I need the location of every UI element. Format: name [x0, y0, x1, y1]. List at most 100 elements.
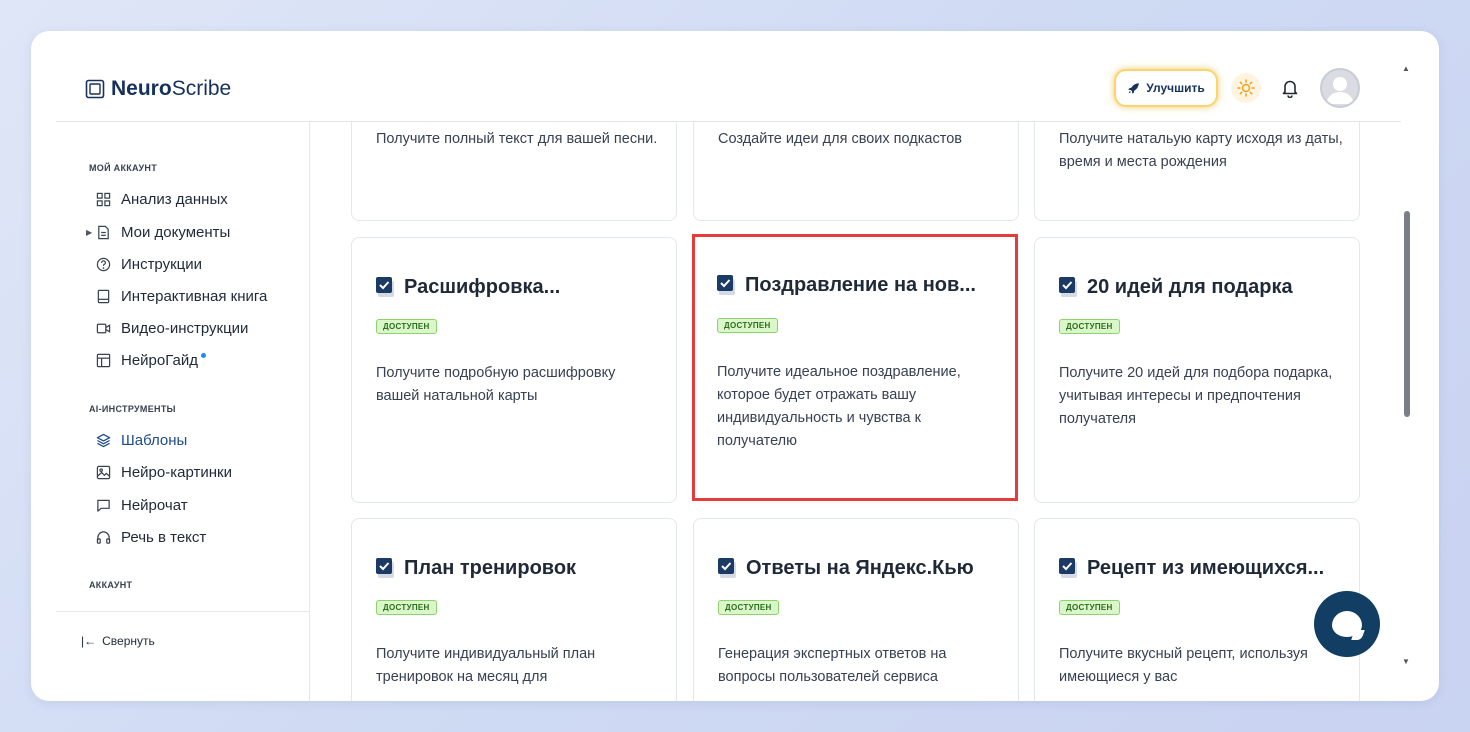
card-description: Получите полный текст для вашей песни. [376, 131, 658, 147]
scroll-down-icon[interactable]: ▼ [1402, 657, 1410, 666]
template-card[interactable]: План тренировок ДОСТУПЕН Получите индиви… [351, 518, 677, 701]
sidebar-item-speech-to-text[interactable]: Речь в текст [96, 526, 206, 548]
template-card[interactable]: Расшифровка... ДОСТУПЕН Получите подробн… [351, 237, 677, 503]
headphones-icon [96, 530, 111, 544]
card-description: Генерация экспертных ответов на вопросы … [718, 646, 947, 685]
status-badge: ДОСТУПЕН [1059, 319, 1120, 334]
checkbox-icon [718, 557, 736, 578]
theme-toggle[interactable] [1231, 73, 1261, 103]
logo-text-bold: Neuro [111, 77, 172, 100]
card-title-text: Расшифровка... [404, 276, 561, 298]
sidebar-item-label: Интерактивная книга [121, 287, 268, 305]
collapse-label: Свернуть [102, 634, 155, 648]
card-title-text: Поздравление на нов... [745, 274, 976, 296]
sidebar-item-label: Инструкции [121, 255, 203, 273]
user-icon [1326, 77, 1354, 104]
status-badge: ДОСТУПЕН [1059, 600, 1120, 615]
card-description: Получите индивидуальный план тренировок … [376, 646, 596, 685]
video-icon [96, 323, 111, 333]
bell-icon [1282, 80, 1298, 98]
notifications-button[interactable] [1278, 76, 1302, 100]
message-icon [97, 499, 110, 512]
rocket-icon [1128, 82, 1140, 94]
sidebar-item-templates[interactable]: Шаблоны [96, 429, 187, 451]
checkbox-icon [376, 276, 394, 297]
sidebar-item-label: Нейро-картинки [121, 463, 232, 481]
status-badge: ДОСТУПЕН [376, 600, 437, 615]
checkbox-icon [717, 274, 735, 295]
template-card[interactable]: Ответы на Яндекс.Кью ДОСТУПЕН Генерация … [693, 518, 1019, 701]
sidebar-item-data-analysis[interactable]: Анализ данных [96, 188, 228, 210]
sidebar-item-neuro-images[interactable]: Нейро-картинки [96, 461, 232, 483]
top-header: Neuro Scribe Улучшить [56, 31, 1401, 122]
template-card[interactable]: 20 идей для подарка ДОСТУПЕН Получите 20… [1034, 237, 1360, 503]
card-title: 20 идей для подарка [1059, 276, 1293, 299]
card-title: Поздравление на нов... [717, 274, 976, 297]
card-title: Рецепт из имеющихся... [1059, 557, 1324, 580]
card-description: Получите натальую карту исходя из даты, … [1059, 131, 1343, 170]
section-label-account: АККАУНТ [89, 580, 133, 590]
sidebar-item-neurochat[interactable]: Нейрочат [96, 494, 188, 516]
card-description: Получите подробную расшифровку вашей нат… [376, 365, 616, 404]
new-indicator-dot [201, 352, 206, 358]
status-badge: ДОСТУПЕН [718, 600, 779, 615]
layout-icon [96, 353, 111, 367]
template-card[interactable]: Получите полный текст для вашей песни. [351, 122, 677, 221]
app-window: Neuro Scribe Улучшить МОЙ АККАУНТ Анализ… [31, 31, 1439, 701]
sidebar-item-my-documents[interactable]: Мои документы [96, 221, 230, 243]
card-description: Получите вкусный рецепт, используя имеющ… [1059, 646, 1308, 685]
grid-icon [96, 192, 111, 206]
scroll-up-icon[interactable]: ▲ [1402, 64, 1410, 73]
card-description: Получите 20 идей для подбора подарка, уч… [1059, 365, 1333, 427]
sidebar-item-label: НейроГайд [121, 351, 198, 369]
card-title-text: 20 идей для подарка [1087, 276, 1293, 298]
card-title: Ответы на Яндекс.Кью [718, 557, 974, 580]
logo[interactable]: Neuro Scribe [85, 77, 231, 101]
collapse-arrow-icon: |← [81, 634, 97, 648]
card-title-text: Рецепт из имеющихся... [1087, 557, 1325, 579]
help-circle-icon [96, 257, 111, 271]
card-title-text: Ответы на Яндекс.Кью [746, 557, 974, 579]
sun-icon [1237, 79, 1255, 97]
sidebar-divider [56, 611, 310, 612]
book-icon [97, 289, 110, 303]
expand-caret-icon[interactable]: ▶ [86, 228, 92, 237]
upgrade-button[interactable]: Улучшить [1116, 71, 1216, 105]
sidebar-item-label: Анализ данных [121, 190, 228, 208]
sidebar: МОЙ АККАУНТ Анализ данных ▶ Мои документ… [56, 122, 310, 701]
card-title-text: План тренировок [404, 557, 577, 579]
chat-bubble-icon [1332, 611, 1362, 637]
scrollbar-thumb[interactable] [1404, 211, 1410, 417]
sidebar-item-instructions[interactable]: Инструкции [96, 253, 202, 275]
sidebar-item-interactive-book[interactable]: Интерактивная книга [96, 285, 267, 307]
status-badge: ДОСТУПЕН [376, 319, 437, 334]
logo-text-light: Scribe [171, 77, 232, 100]
layers-icon [96, 433, 111, 447]
template-card[interactable]: Создайте идеи для своих подкастов [693, 122, 1019, 221]
chat-button[interactable] [1314, 591, 1380, 657]
template-card[interactable]: Получите натальую карту исходя из даты, … [1034, 122, 1360, 221]
checkbox-icon [1059, 557, 1077, 578]
card-description: Создайте идеи для своих подкастов [718, 131, 962, 147]
card-title: План тренировок [376, 557, 576, 580]
section-label-my-account: МОЙ АККАУНТ [89, 163, 158, 173]
sidebar-item-label: Видео-инструкции [121, 319, 249, 337]
status-badge: ДОСТУПЕН [717, 318, 778, 333]
section-label-ai-tools: AI-ИНСТРУМЕНТЫ [89, 404, 176, 414]
template-card-selected[interactable]: Поздравление на нов... ДОСТУПЕН Получите… [692, 234, 1018, 501]
checkbox-icon [376, 557, 394, 578]
card-description: Получите идеальное поздравление, которое… [717, 364, 961, 449]
sidebar-item-label: Шаблоны [121, 431, 188, 449]
checkbox-icon [1059, 276, 1077, 297]
document-icon [98, 225, 109, 239]
card-title: Расшифровка... [376, 276, 560, 299]
avatar[interactable] [1320, 68, 1360, 108]
template-card[interactable]: Рецепт из имеющихся... ДОСТУПЕН Получите… [1034, 518, 1360, 701]
upgrade-label: Улучшить [1146, 81, 1205, 95]
sidebar-item-label: Мои документы [121, 223, 231, 241]
sidebar-item-video-instructions[interactable]: Видео-инструкции [96, 317, 248, 339]
sidebar-item-neuroguide[interactable]: НейроГайд [96, 349, 206, 371]
logo-icon [85, 79, 105, 99]
image-icon [96, 465, 111, 479]
collapse-sidebar-button[interactable]: |← Свернуть [81, 634, 155, 648]
